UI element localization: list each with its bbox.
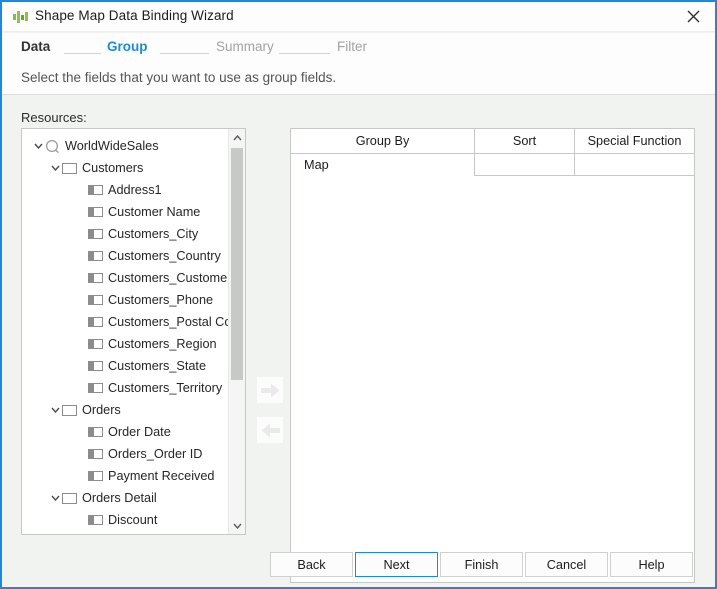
column-header-special-function[interactable]: Special Function (575, 129, 694, 153)
field-icon (88, 471, 103, 481)
tree-item[interactable]: Discount (22, 509, 228, 531)
tree-item[interactable]: Customers_Phone (22, 289, 228, 311)
step-connector (64, 53, 101, 54)
tree-item-label: Payment Received (108, 469, 215, 483)
resources-tree[interactable]: WorldWideSales Customers Address1 Customer … (22, 129, 228, 534)
step-summary[interactable]: Summary (216, 39, 274, 54)
tree-item-label: Customers_Phone (108, 293, 214, 307)
step-connector (160, 53, 209, 54)
tree-item[interactable]: Customers (22, 157, 228, 179)
field-icon (88, 317, 103, 327)
chevron-down-icon[interactable] (48, 495, 62, 501)
field-icon (88, 273, 103, 283)
cancel-button[interactable]: Cancel (525, 552, 608, 577)
wizard-step-nav: Data Group Summary Filter (2, 33, 715, 63)
tree-item-label: Customers_City (108, 227, 199, 241)
cell-sort[interactable] (475, 154, 575, 176)
tree-scrollbar[interactable] (228, 129, 245, 534)
tree-item-label: Customers_State (108, 359, 207, 373)
field-icon (88, 427, 103, 437)
page-title: Shape Map Data Binding Wizard (35, 8, 234, 23)
tree-item-label: Orders Detail (82, 491, 157, 505)
field-icon (88, 449, 103, 459)
tree-item-label: Discount (108, 513, 158, 527)
arrow-right-icon[interactable] (257, 377, 283, 403)
table-row[interactable]: Map (291, 154, 694, 176)
step-filter[interactable]: Filter (337, 39, 367, 54)
field-icon (88, 339, 103, 349)
table-icon (62, 404, 77, 416)
resources-tree-panel: WorldWideSales Customers Address1 Customer … (21, 128, 246, 535)
cell-group-by[interactable]: Map (291, 154, 475, 176)
tree-item[interactable]: Address1 (22, 179, 228, 201)
group-by-table: Group By Sort Special Function Map (290, 128, 695, 583)
field-icon (88, 207, 103, 217)
field-icon (88, 515, 103, 525)
step-group[interactable]: Group (107, 39, 148, 54)
query-icon (45, 139, 60, 154)
tree-item[interactable]: Orders_Order ID (22, 443, 228, 465)
tree-item-label: Customer Name (108, 205, 201, 219)
field-icon (88, 295, 103, 305)
tree-item-label: Address1 (108, 183, 162, 197)
column-header-group-by[interactable]: Group By (291, 129, 475, 153)
tree-item[interactable]: Orders Detail (22, 487, 228, 509)
tree-item[interactable]: Customers_Region (22, 333, 228, 355)
field-icon (88, 251, 103, 261)
chevron-down-icon[interactable] (229, 517, 245, 534)
tree-item-label: Customers_Postal Code (108, 315, 228, 329)
resources-label: Resources: (21, 110, 87, 125)
field-icon (88, 361, 103, 371)
dialog-footer: Back Next Finish Cancel Help (2, 542, 715, 587)
step-data[interactable]: Data (21, 39, 50, 54)
tree-item[interactable]: Customers_Country (22, 245, 228, 267)
wizard-dialog: Shape Map Data Binding Wizard Data Group… (0, 0, 717, 589)
tree-item[interactable]: Payment Received (22, 465, 228, 487)
tree-item[interactable]: Orders (22, 399, 228, 421)
chevron-down-icon[interactable] (48, 165, 62, 171)
field-icon (88, 229, 103, 239)
tree-scrollbar-thumb[interactable] (231, 148, 243, 380)
tree-item-label: Orders (82, 403, 121, 417)
tree-item-label: Orders_Order ID (108, 447, 203, 461)
tree-item[interactable]: WorldWideSales (22, 135, 228, 157)
dialog-body: Resources: WorldWideSales Customers Addres… (2, 95, 715, 587)
tree-item-label: Customers_Territory (108, 381, 223, 395)
next-button[interactable]: Next (355, 552, 438, 577)
tree-item[interactable]: Customer Name (22, 201, 228, 223)
tree-item-label: Customers_Customer ID (108, 271, 228, 285)
tree-item[interactable]: Customers_State (22, 355, 228, 377)
chevron-down-icon[interactable] (48, 407, 62, 413)
help-button[interactable]: Help (610, 552, 693, 577)
title-bar: Shape Map Data Binding Wizard (2, 2, 715, 32)
description-bar: Select the fields that you want to use a… (2, 63, 715, 95)
field-icon (88, 185, 103, 195)
tree-item[interactable]: Order Date (22, 421, 228, 443)
tree-item[interactable]: Customers_Customer ID (22, 267, 228, 289)
column-header-sort[interactable]: Sort (475, 129, 575, 153)
close-icon[interactable] (671, 2, 715, 31)
back-button[interactable]: Back (270, 552, 353, 577)
tree-item[interactable]: Customers_Territory (22, 377, 228, 399)
chevron-down-icon[interactable] (31, 143, 45, 149)
tree-item-label: Order Date (108, 425, 171, 439)
cell-special-function[interactable] (575, 154, 694, 176)
table-icon (62, 162, 77, 174)
tree-item[interactable]: Customers_City (22, 223, 228, 245)
chevron-up-icon[interactable] (229, 129, 245, 146)
tree-item-label: Customers_Country (108, 249, 221, 263)
group-table-header: Group By Sort Special Function (291, 129, 694, 154)
tree-item-label: WorldWideSales (65, 139, 159, 153)
bar-chart-icon (12, 9, 29, 26)
step-connector (279, 53, 330, 54)
table-icon (62, 492, 77, 504)
tree-item-label: Customers_Region (108, 337, 217, 351)
tree-item[interactable]: Customers_Postal Code (22, 311, 228, 333)
field-icon (88, 383, 103, 393)
arrow-left-icon[interactable] (257, 417, 283, 443)
step-description: Select the fields that you want to use a… (21, 70, 337, 85)
tree-item-label: Customers (82, 161, 144, 175)
finish-button[interactable]: Finish (440, 552, 523, 577)
